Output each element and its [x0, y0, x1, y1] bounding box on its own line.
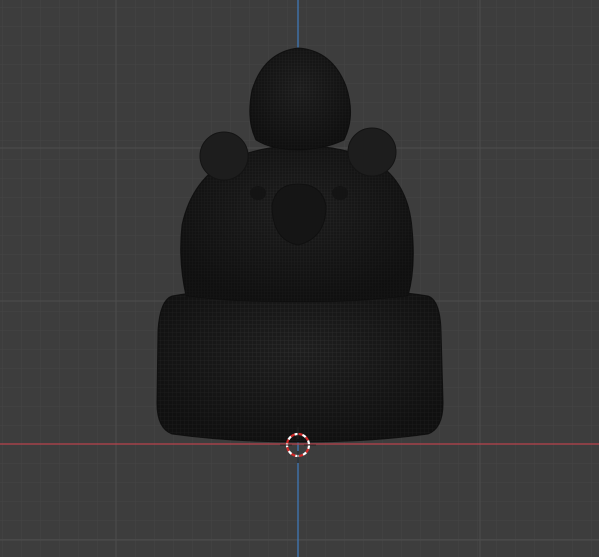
mesh-right-ear[interactable] [347, 127, 397, 177]
mesh-left-eye [250, 186, 266, 200]
3d-viewport[interactable] [0, 0, 599, 557]
viewport-canvas[interactable] [0, 0, 599, 557]
mesh-right-eye [332, 186, 348, 200]
mesh-base-shading [156, 288, 444, 442]
mesh-left-ear[interactable] [199, 131, 249, 181]
